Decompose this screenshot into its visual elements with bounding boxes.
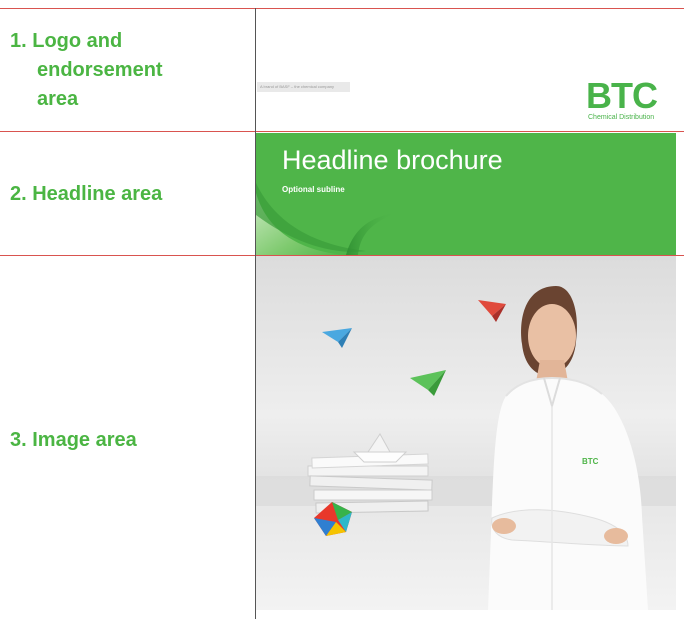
blue-paper-plane-icon bbox=[322, 328, 352, 348]
headline-banner: Headline brochure Optional subline bbox=[256, 133, 676, 255]
logo-area-label-line1: 1. Logo and bbox=[10, 30, 123, 52]
btc-logo: BTC Chemical Distribution bbox=[586, 75, 658, 122]
headline-title: Headline brochure bbox=[282, 145, 503, 175]
endorsement-strip: A brand of BASF – the chemical company bbox=[257, 82, 350, 92]
photo-illustration: BTC bbox=[256, 286, 676, 610]
headline-area-label: 2. Headline area bbox=[10, 183, 163, 205]
logo-tagline: Chemical Distribution bbox=[588, 114, 655, 121]
logo-area-label: 1. Logo and endorsement area bbox=[10, 27, 163, 114]
divider-logo-headline bbox=[0, 131, 684, 132]
logo-area-label-line2: endorsement bbox=[37, 59, 163, 81]
logo-wordmark: BTC bbox=[586, 75, 658, 116]
top-divider bbox=[0, 8, 684, 9]
paper-boat-icon bbox=[352, 451, 408, 463]
image-area-label: 3. Image area bbox=[10, 429, 137, 451]
paper-stack-icon bbox=[307, 453, 433, 514]
logo-area-label-line3: area bbox=[37, 88, 79, 110]
green-paper-plane-icon bbox=[410, 370, 446, 396]
shirt-logo: BTC bbox=[582, 457, 599, 466]
red-paper-plane-icon bbox=[478, 300, 506, 322]
woman-figure bbox=[488, 286, 648, 610]
headline-subline: Optional subline bbox=[282, 185, 345, 194]
hero-image: BTC bbox=[256, 256, 676, 610]
